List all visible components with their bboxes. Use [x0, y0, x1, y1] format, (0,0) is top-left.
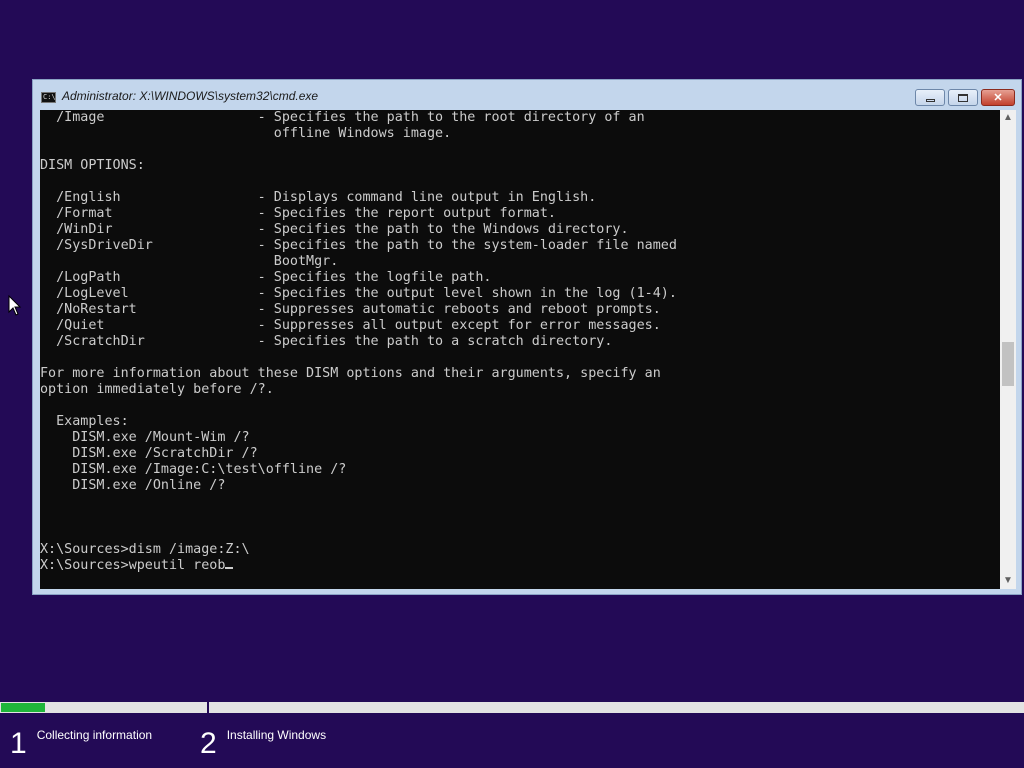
console-area[interactable]: /Image - Specifies the path to the root … [40, 110, 1000, 589]
prompt: X:\Sources> [40, 558, 129, 573]
step-label: Collecting information [36, 728, 153, 742]
maximize-icon [958, 93, 968, 102]
progress-step-divider [207, 700, 209, 715]
cmd-window[interactable]: C:\ Administrator: X:\WINDOWS\system32\c… [32, 79, 1022, 595]
setup-step-2: 2 Installing Windows [200, 727, 326, 761]
step-number: 1 [10, 727, 27, 760]
mouse-pointer-icon [8, 295, 22, 316]
step-label: Installing Windows [226, 728, 327, 742]
setup-progress-fill [1, 703, 45, 712]
setup-progress-bar [0, 702, 1024, 713]
window-title: Administrator: X:\WINDOWS\system32\cmd.e… [62, 89, 319, 103]
console-output: /Image - Specifies the path to the root … [40, 110, 677, 574]
command-input[interactable]: wpeutil reob [129, 558, 226, 573]
vertical-scrollbar[interactable]: ▲ ▼ [1000, 110, 1016, 589]
scroll-down-icon[interactable]: ▼ [1000, 573, 1016, 589]
maximize-button[interactable] [948, 89, 978, 106]
console-history: /Image - Specifies the path to the root … [40, 110, 677, 557]
scroll-thumb[interactable] [1002, 342, 1014, 386]
minimize-icon [925, 98, 935, 102]
close-icon: ✕ [993, 92, 1003, 104]
title-bar[interactable]: C:\ Administrator: X:\WINDOWS\system32\c… [33, 80, 1021, 110]
minimize-button[interactable] [915, 89, 945, 106]
close-button[interactable]: ✕ [981, 89, 1015, 106]
text-cursor [225, 567, 234, 569]
setup-step-1: 1 Collecting information [10, 727, 152, 761]
step-number: 2 [200, 727, 217, 760]
scroll-up-icon[interactable]: ▲ [1000, 110, 1016, 126]
prompt-line[interactable]: X:\Sources>wpeutil reob [40, 558, 677, 574]
cmd-icon: C:\ [41, 92, 56, 103]
